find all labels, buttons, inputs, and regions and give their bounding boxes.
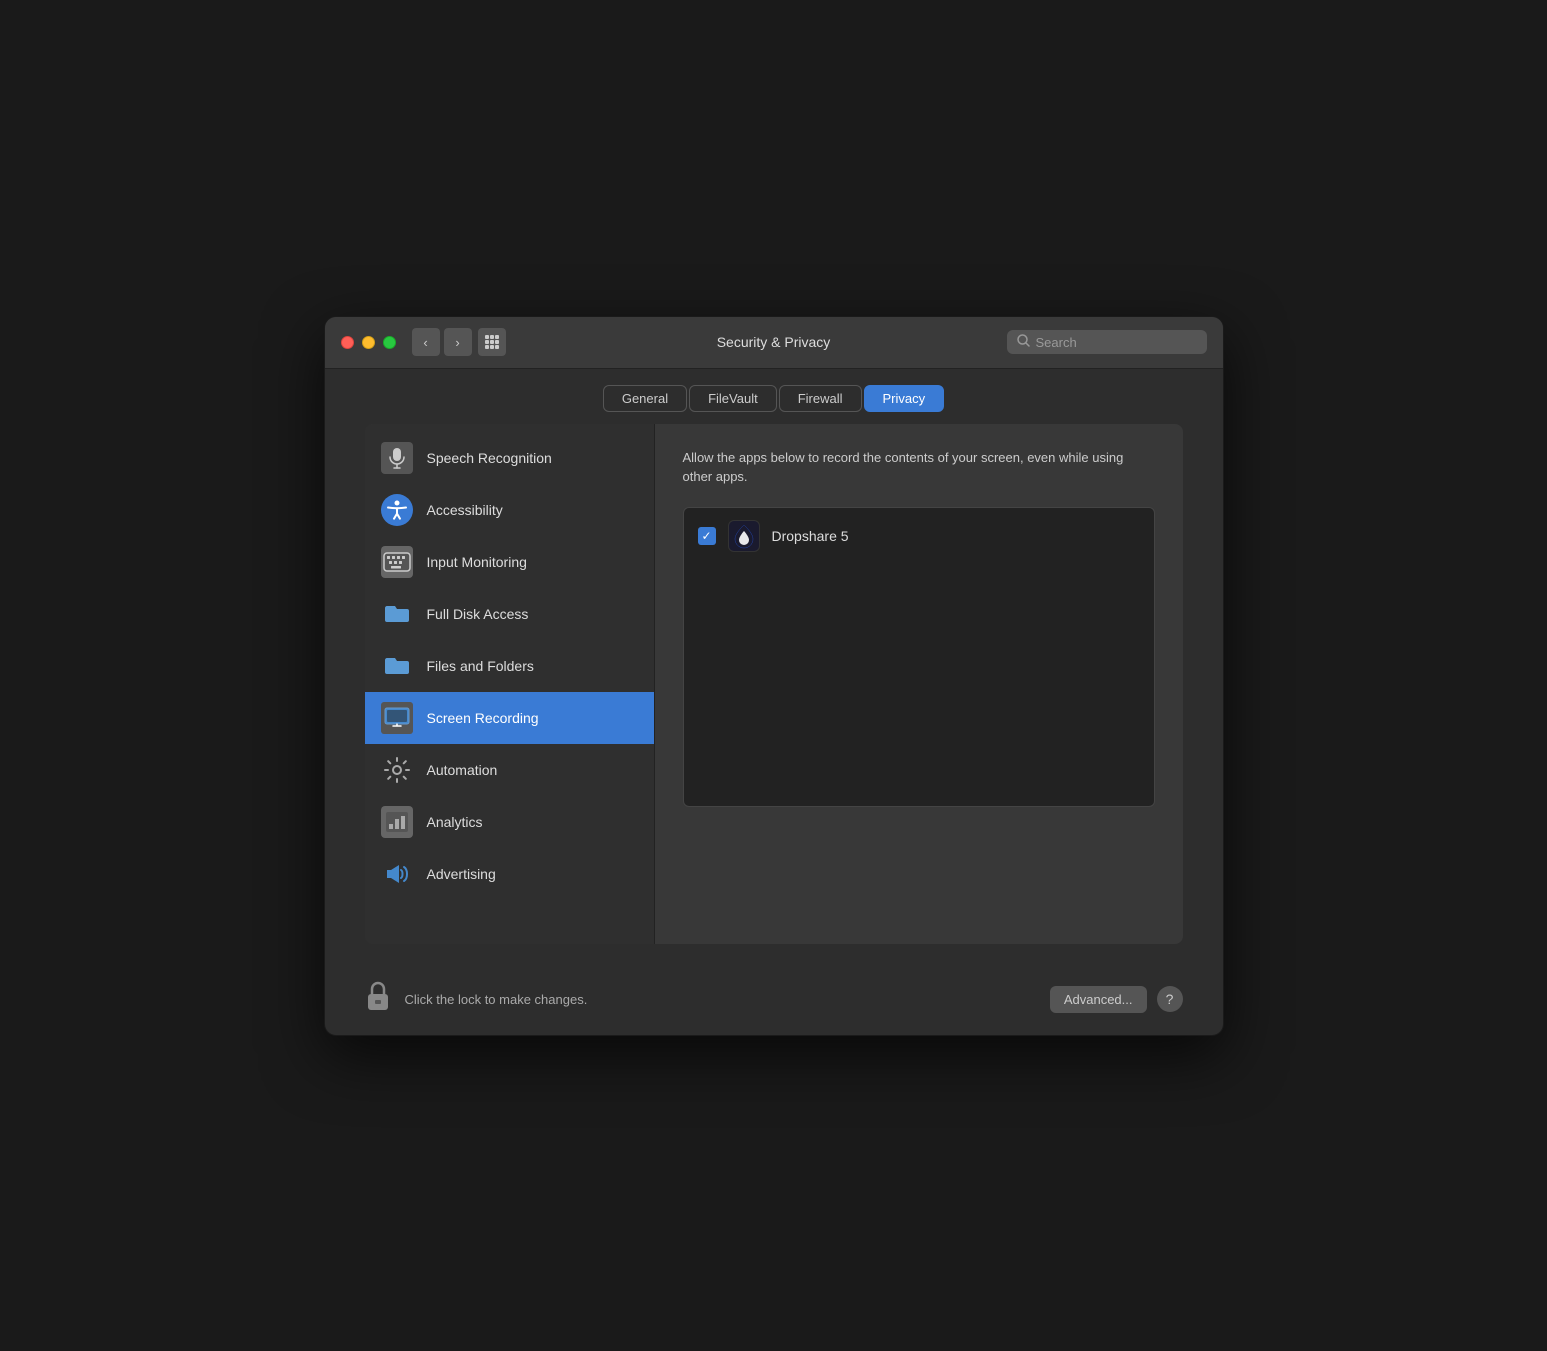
minimize-button[interactable] [362, 336, 375, 349]
sidebar-item-input-monitoring[interactable]: Input Monitoring [365, 536, 654, 588]
sidebar-item-automation[interactable]: Automation [365, 744, 654, 796]
sidebar-label-input: Input Monitoring [427, 554, 527, 570]
bottom-bar: Click the lock to make changes. Advanced… [325, 964, 1223, 1035]
sidebar-label-fulldisk: Full Disk Access [427, 606, 529, 622]
sidebar-item-files-and-folders[interactable]: Files and Folders [365, 640, 654, 692]
traffic-lights [341, 336, 396, 349]
tabs-bar: General FileVault Firewall Privacy [325, 369, 1223, 424]
folder-files-icon [381, 650, 413, 682]
sidebar-item-full-disk-access[interactable]: Full Disk Access [365, 588, 654, 640]
main-panel: Speech Recognition Accessibility [365, 424, 1183, 944]
search-icon [1017, 334, 1030, 350]
tab-privacy[interactable]: Privacy [864, 385, 945, 412]
sidebar-label-accessibility: Accessibility [427, 502, 503, 518]
megaphone-icon [381, 858, 413, 890]
help-button[interactable]: ? [1157, 986, 1183, 1012]
sidebar-item-analytics[interactable]: Analytics [365, 796, 654, 848]
sidebar-label-screen-recording: Screen Recording [427, 710, 539, 726]
titlebar: ‹ › Security & Privacy [325, 317, 1223, 369]
sidebar-item-screen-recording[interactable]: Screen Recording [365, 692, 654, 744]
window-title: Security & Privacy [717, 334, 831, 350]
sidebar-item-advertising[interactable]: Advertising [365, 848, 654, 900]
app-list: ✓ Dropshare 5 [683, 507, 1155, 807]
sidebar-label-automation: Automation [427, 762, 498, 778]
right-panel: Allow the apps below to record the conte… [655, 424, 1183, 944]
lock-text: Click the lock to make changes. [405, 992, 588, 1007]
main-window: ‹ › Security & Privacy [324, 316, 1224, 1036]
close-button[interactable] [341, 336, 354, 349]
sidebar-item-accessibility[interactable]: Accessibility [365, 484, 654, 536]
sidebar-label-analytics: Analytics [427, 814, 483, 830]
app-name-dropshare: Dropshare 5 [772, 528, 849, 544]
keyboard-icon [381, 546, 413, 578]
search-input[interactable] [1036, 335, 1197, 350]
app-checkbox-dropshare[interactable]: ✓ [698, 527, 716, 545]
bottom-right-controls: Advanced... ? [1050, 986, 1183, 1013]
sidebar-label-files: Files and Folders [427, 658, 534, 674]
content-area: Speech Recognition Accessibility [325, 424, 1223, 964]
nav-buttons: ‹ › [412, 328, 472, 356]
dropshare-icon [728, 520, 760, 552]
search-box[interactable] [1007, 330, 1207, 354]
folder-full-disk-icon [381, 598, 413, 630]
description-text: Allow the apps below to record the conte… [683, 448, 1155, 487]
sidebar-item-speech-recognition[interactable]: Speech Recognition [365, 432, 654, 484]
lock-icon[interactable] [365, 980, 391, 1019]
tab-firewall[interactable]: Firewall [779, 385, 862, 412]
mic-icon [381, 442, 413, 474]
table-row: ✓ Dropshare 5 [684, 512, 1154, 560]
maximize-button[interactable] [383, 336, 396, 349]
tab-filevault[interactable]: FileVault [689, 385, 777, 412]
grid-button[interactable] [478, 328, 506, 356]
monitor-icon [381, 702, 413, 734]
advanced-button[interactable]: Advanced... [1050, 986, 1147, 1013]
sidebar: Speech Recognition Accessibility [365, 424, 655, 944]
accessibility-icon [381, 494, 413, 526]
forward-button[interactable]: › [444, 328, 472, 356]
sidebar-label-advertising: Advertising [427, 866, 496, 882]
chart-icon [381, 806, 413, 838]
gear-icon [381, 754, 413, 786]
checkmark-icon: ✓ [701, 529, 711, 543]
tab-general[interactable]: General [603, 385, 687, 412]
sidebar-label-speech: Speech Recognition [427, 450, 552, 466]
back-button[interactable]: ‹ [412, 328, 440, 356]
